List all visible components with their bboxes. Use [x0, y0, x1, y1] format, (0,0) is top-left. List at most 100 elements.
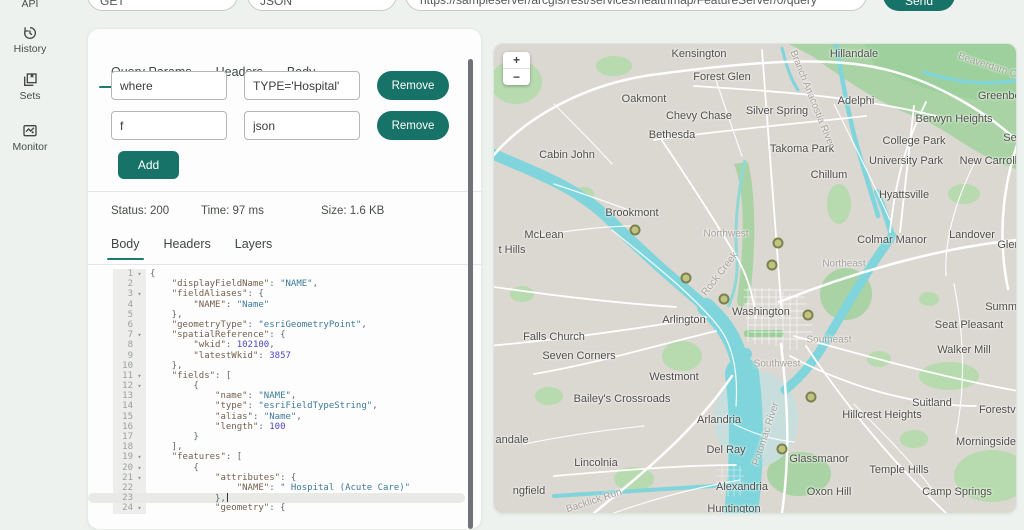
code-gutter: 13: [113, 391, 146, 402]
fold-caret-icon[interactable]: ▾: [133, 463, 146, 473]
url-field[interactable]: [405, 0, 867, 11]
code-line: 23 },: [88, 492, 465, 504]
sidebar-item-label: API: [21, 0, 39, 10]
history-icon: [24, 27, 36, 39]
map-place-label: Brookmont: [605, 207, 659, 219]
remove-param-button[interactable]: Remove: [377, 71, 449, 100]
sidebar-item-sets[interactable]: Sets: [0, 72, 60, 102]
code-line: 15 "alias": "Name",: [88, 411, 465, 422]
hospital-marker[interactable]: [802, 309, 814, 321]
fold-caret-icon[interactable]: ▾: [133, 330, 146, 340]
fold-caret-icon: [133, 340, 146, 350]
hospital-marker[interactable]: [680, 272, 692, 284]
hospital-marker[interactable]: [772, 237, 784, 249]
sidebar-item-label: Monitor: [12, 141, 48, 153]
map-place-label: Seat Pleasant: [934, 319, 1004, 331]
map-place-label: Bethesda: [648, 129, 696, 141]
fold-caret-icon: [133, 320, 146, 330]
response-tab-layers[interactable]: Layers: [235, 237, 273, 260]
map-place-label: Greenbelt: [977, 90, 1016, 102]
sidebar-item-api[interactable]: API: [0, 0, 60, 10]
code-gutter: 3 ▾: [113, 289, 146, 300]
hospital-marker[interactable]: [718, 293, 730, 305]
map-place-label: Silver Spring: [745, 105, 809, 117]
line-number: 17: [122, 432, 133, 442]
fold-caret-icon: [133, 279, 146, 289]
param-value-input[interactable]: [244, 111, 360, 140]
map-place-label: Kensington: [671, 48, 727, 60]
code-gutter: 2: [113, 279, 146, 290]
map-canvas[interactable]: Kensington Hillandale Forest Glen Beaverdam…: [494, 44, 1016, 513]
sidebar-item-history[interactable]: History: [0, 25, 60, 55]
code-text: "fieldAliases": {: [171, 289, 264, 300]
response-tab-body[interactable]: Body: [107, 237, 143, 260]
code-line: 2 "displayFieldName": "NAME",: [88, 279, 465, 290]
fold-caret-icon[interactable]: ▾: [133, 473, 146, 483]
map-place-label: Bailey's Crossroads: [573, 393, 671, 405]
remove-param-button[interactable]: Remove: [377, 111, 449, 140]
param-key-input[interactable]: [111, 71, 227, 100]
code-gutter: 15: [113, 411, 146, 422]
map-place-label: Seven Corners: [542, 350, 616, 362]
code-text: },: [150, 360, 183, 371]
code-text: "length": 100: [215, 421, 286, 432]
line-number: 6: [127, 319, 133, 330]
fold-caret-icon[interactable]: ▾: [133, 371, 146, 381]
code-text: "wkid": 102100,: [193, 340, 275, 351]
map-place-label: Se: [1003, 132, 1017, 144]
code-gutter: 1 ▾: [113, 269, 146, 280]
code-gutter: 19 ▾: [113, 452, 146, 463]
sidebar-item-label: History: [13, 43, 47, 55]
response-tab-headers[interactable]: Headers: [164, 237, 211, 260]
hospital-marker[interactable]: [766, 259, 778, 271]
line-number: 10: [122, 360, 133, 371]
code-gutter: 23: [113, 493, 146, 503]
map-place-label: Walker Mill: [937, 344, 991, 356]
text-cursor: [226, 492, 228, 502]
code-line: 12 ▾ {: [88, 381, 465, 392]
map-place-label: Northeast: [822, 258, 866, 270]
sidebar-item-monitor[interactable]: Monitor: [0, 123, 60, 153]
map-place-label: Hillandale: [829, 48, 879, 60]
fold-caret-icon[interactable]: ▾: [133, 289, 146, 299]
zoom-out-button[interactable]: −: [503, 69, 530, 85]
map-panel: Kensington Hillandale Forest Glen Beaverdam…: [493, 43, 1017, 514]
line-number: 9: [127, 350, 133, 361]
param-value-input[interactable]: [244, 71, 360, 100]
status-size: Size: 1.6 KB: [321, 205, 385, 217]
code-text: {: [150, 381, 199, 392]
zoom-in-button[interactable]: +: [503, 52, 530, 69]
fold-caret-icon[interactable]: ▾: [133, 452, 146, 462]
add-param-button[interactable]: Add: [118, 151, 179, 179]
code-gutter: 5: [113, 309, 146, 320]
fold-caret-icon[interactable]: ▾: [133, 269, 146, 279]
fold-caret-icon: [133, 412, 146, 422]
send-button[interactable]: Send: [883, 0, 955, 11]
code-line: 9 "latestWkid": 3857: [88, 350, 465, 361]
code-text: "features": [: [171, 452, 243, 463]
response-scrollbar[interactable]: [468, 59, 473, 529]
code-text: },: [150, 309, 183, 320]
map-place-label: Glassmanor: [789, 453, 849, 465]
request-panel: Query ParamsHeadersBody RemoveRemove Add…: [87, 28, 482, 530]
code-text: {: [150, 269, 156, 279]
map-place-label: Southwest: [753, 358, 801, 370]
hospital-marker[interactable]: [805, 391, 817, 403]
format-select[interactable]: JSON: [247, 0, 397, 11]
param-key-input[interactable]: [111, 111, 227, 140]
fold-caret-icon: [133, 483, 146, 493]
map-place-label: Adelphi: [837, 95, 875, 107]
code-gutter: 20 ▾: [113, 462, 146, 473]
map-place-label: New Carrollton: [959, 155, 1017, 167]
method-select[interactable]: GET: [87, 0, 238, 11]
fold-caret-icon: [133, 361, 146, 371]
code-line: 21 ▾ "attributes": {: [88, 472, 465, 483]
map-place-label: Southeast: [806, 334, 852, 346]
fold-caret-icon[interactable]: ▾: [133, 381, 146, 391]
hospital-marker[interactable]: [776, 443, 788, 455]
hospital-marker[interactable]: [629, 224, 641, 236]
url-input[interactable]: [418, 0, 854, 8]
code-line: 10 },: [88, 360, 465, 371]
status-time: Time: 97 ms: [201, 205, 264, 217]
line-number: 4: [127, 299, 133, 310]
